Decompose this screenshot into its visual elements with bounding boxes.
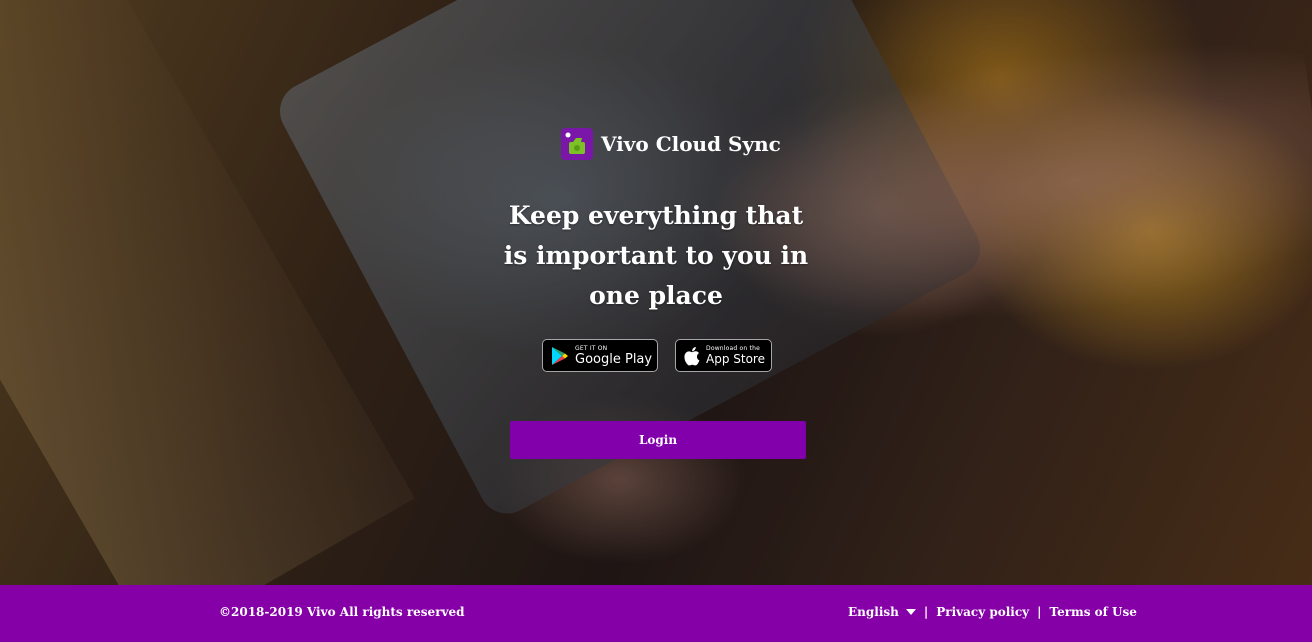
google-play-small-text: GET IT ON bbox=[575, 344, 608, 352]
footer-separator: | bbox=[923, 605, 929, 619]
brand-name: Vivo Cloud Sync bbox=[601, 132, 781, 156]
brand: Vivo Cloud Sync bbox=[561, 128, 781, 160]
google-play-icon bbox=[551, 346, 569, 366]
terms-of-use-link[interactable]: Terms of Use bbox=[1050, 605, 1137, 619]
google-play-badge[interactable]: GET IT ON Google Play bbox=[542, 339, 658, 372]
google-play-big-text: Google Play bbox=[575, 351, 653, 367]
caret-down-icon bbox=[905, 609, 916, 615]
footer: ©2018-2019 Vivo All rights reserved Engl… bbox=[0, 585, 1312, 642]
apple-icon bbox=[684, 346, 700, 366]
copyright-text: 2018-2019 Vivo All rights reserved bbox=[231, 605, 465, 619]
app-store-badge[interactable]: Download on the App Store bbox=[675, 339, 772, 372]
vivo-cloud-sync-logo-icon bbox=[561, 128, 593, 160]
login-button[interactable]: Login bbox=[510, 421, 806, 459]
footer-links: English | Privacy policy | Terms of Use bbox=[848, 605, 1137, 619]
language-selector[interactable]: English bbox=[848, 605, 916, 619]
copyright-icon: © bbox=[219, 605, 231, 619]
hero-headline: Keep everything that is important to you… bbox=[503, 201, 809, 310]
language-label: English bbox=[848, 605, 899, 619]
app-store-small-text: Download on the bbox=[706, 344, 760, 352]
footer-separator: | bbox=[1037, 605, 1042, 619]
app-store-big-text: App Store bbox=[706, 351, 765, 366]
privacy-policy-link[interactable]: Privacy policy bbox=[936, 605, 1029, 619]
copyright: ©2018-2019 Vivo All rights reserved bbox=[219, 605, 465, 619]
